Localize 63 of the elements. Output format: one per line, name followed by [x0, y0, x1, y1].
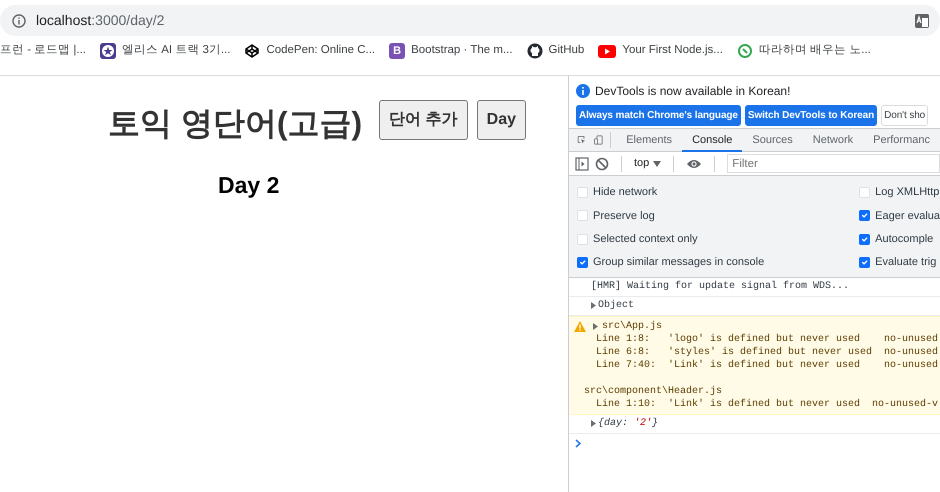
address-bar[interactable]: localhost:3000/day/2 [0, 5, 940, 36]
notice-button[interactable]: Switch DevTools to Korean [744, 105, 878, 126]
filter-field[interactable]: Filter [727, 154, 940, 173]
warning-line: Line 6:8: 'styles' is defined but never used no-unused [595, 346, 940, 360]
chevron-icon [575, 439, 581, 448]
bookmark-link[interactable]: GitHub [548, 42, 584, 60]
cube-icon [244, 43, 260, 59]
warning-title[interactable]: src\App.js [602, 320, 662, 334]
setting-label: Group similar messages in console [593, 255, 764, 270]
console-object[interactable]: Object [598, 299, 634, 312]
devtools-tab[interactable]: Performanc [863, 128, 940, 152]
devtools-tab[interactable]: Elements [616, 128, 682, 152]
warning-line: src\component\Header.js [584, 385, 724, 398]
setting-label: Autocomple [875, 232, 934, 247]
setting-label: Evaluate trig [875, 255, 936, 270]
context-dropdown[interactable]: top [634, 155, 662, 172]
bookmark-icon[interactable]: B [389, 43, 406, 59]
bookmark-link[interactable]: 따라하며 배우는 노... [758, 42, 871, 60]
bookmark-link[interactable]: 프런 - 로드맵 |... [0, 42, 86, 60]
setting-label: Eager evalua [875, 208, 940, 224]
bookmark-link[interactable]: Your First Node.js... [622, 42, 723, 60]
nav-button[interactable]: Day [476, 100, 526, 140]
devtools-tab[interactable]: Sources [742, 128, 803, 152]
setting-label: Log XMLHttp [875, 185, 940, 200]
warning-icon [574, 321, 586, 332]
cat-silhouette-icon [526, 43, 543, 59]
expand-triangle-icon [591, 420, 596, 428]
clear-icon [595, 156, 609, 170]
checkbox[interactable] [859, 257, 870, 268]
warning-line: Line 7:40: 'Link' is defined but never used no-unused [595, 359, 940, 372]
checkbox[interactable] [859, 234, 870, 245]
expand-triangle-icon [593, 323, 598, 330]
notice-text: DevTools is now available in Korean! [595, 83, 790, 100]
devtools-tab[interactable]: Network [802, 128, 864, 152]
setting-label: Selected context only [593, 232, 698, 247]
warning-line: Line 1:10: 'Link' is defined but never used no-unused-v [595, 398, 940, 412]
info-icon[interactable] [12, 14, 26, 28]
nav-button[interactable]: 단어 추가 [379, 100, 468, 140]
bookmark-link[interactable]: CodePen: Online C... [266, 42, 376, 60]
setting-label: Hide network [593, 185, 658, 200]
star-icon [100, 43, 116, 59]
expand-triangle-icon [591, 302, 596, 310]
notice-button[interactable]: Always match Chrome's language [576, 105, 741, 126]
translate-icon[interactable] [914, 12, 930, 28]
bookmark-link[interactable]: Bootstrap · The m... [411, 42, 513, 60]
checkbox[interactable] [577, 257, 588, 268]
console-object[interactable]: {day: '2'} [598, 417, 658, 430]
url-text: localhost:3000/day/2 [36, 11, 166, 30]
page-title: 토익 영단어(고급) [108, 104, 362, 142]
sidebar-toggle-icon [575, 156, 589, 170]
console-message: [HMR] Waiting for update signal from WDS... [591, 280, 850, 294]
warning-line: Line 1:8: 'logo' is defined but never used no-unused [595, 333, 940, 346]
checkbox[interactable] [859, 210, 870, 222]
day-heading: Day 2 [218, 171, 280, 200]
info-icon [576, 84, 590, 98]
bookmark-link[interactable]: 엘리스 AI 트랙 3기... [122, 42, 230, 60]
eye-icon [686, 158, 702, 170]
ring-icon [736, 43, 753, 59]
play-icon [598, 44, 616, 58]
devtools-tab[interactable]: Console [682, 128, 742, 152]
notice-button[interactable]: Don't sho [881, 105, 928, 126]
caret-icon [653, 160, 662, 166]
setting-label: Preserve log [593, 208, 655, 224]
